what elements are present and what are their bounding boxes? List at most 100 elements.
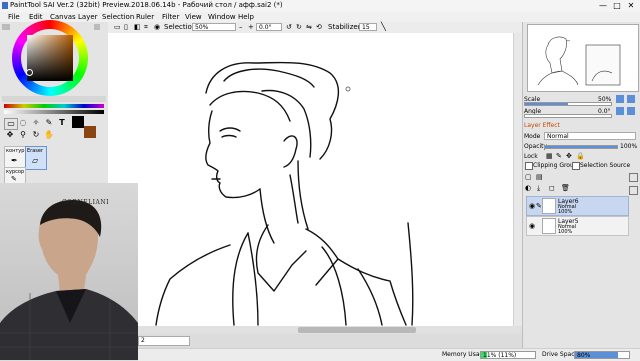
jacket-back [407, 222, 414, 326]
merge-down-icon[interactable]: ⤓ [537, 184, 540, 193]
flip-view-icon[interactable] [627, 107, 635, 115]
invert-selection-icon[interactable]: ◧ [134, 23, 141, 31]
brush-lock-icon[interactable]: ✎ [536, 202, 542, 210]
angle-slider[interactable] [524, 114, 612, 118]
clear-layer-icon[interactable]: ◻ [549, 184, 555, 192]
menu-edit[interactable]: Edit [29, 13, 43, 21]
zoom-field[interactable]: 50% [192, 23, 236, 31]
clipping-group-checkbox[interactable] [525, 162, 533, 170]
zoom-reset-icon[interactable] [616, 95, 624, 103]
lasso-tool-icon[interactable]: ◌ [17, 118, 29, 128]
panel-collapse-icon[interactable] [2, 24, 10, 30]
drawing-canvas[interactable] [108, 33, 522, 326]
stabilizer-field[interactable]: 15 [359, 23, 377, 31]
lock-transparency-icon[interactable]: ▦ [546, 152, 553, 160]
magic-wand-icon[interactable]: ✧ [30, 118, 42, 128]
menu-file[interactable]: File [8, 13, 20, 21]
line-tool-icon[interactable]: ╲ [381, 22, 386, 31]
blend-mode-select[interactable]: Normal [544, 132, 636, 140]
memory-usage-meter: 11% (11%) [480, 351, 536, 359]
hair-line [209, 90, 291, 122]
rotate-tool-icon[interactable]: ↻ [30, 130, 42, 140]
drive-space-value: 80% [577, 352, 591, 359]
minimize-button[interactable]: — [596, 0, 610, 11]
menu-help[interactable]: Help [238, 13, 254, 21]
panel-menu-icon[interactable] [94, 24, 100, 30]
foreground-color-swatch[interactable] [72, 116, 84, 128]
new-folder-icon[interactable]: ▤ [536, 173, 543, 181]
brush-size-field[interactable]: 2 [138, 336, 190, 346]
layer-row-layer6[interactable]: ◉ ✎ Layer6 Normal 100% [526, 196, 629, 216]
crop-icon[interactable]: ⌗ [144, 23, 148, 32]
pen-icon: ✒ [11, 156, 18, 165]
menu-window[interactable]: Window [208, 13, 236, 21]
hand-tool-icon[interactable]: ✋ [43, 130, 55, 140]
neck-back [297, 160, 309, 230]
visibility-eye-icon[interactable]: ◉ [529, 202, 535, 210]
rotate-left-icon[interactable]: ↺ [286, 23, 292, 31]
visibility-eye-icon[interactable]: ◉ [529, 222, 535, 230]
move-tool-icon[interactable]: ✥ [4, 130, 16, 140]
layer-scroll-down-icon[interactable] [629, 186, 638, 195]
new-layer-icon[interactable]: ▢ [525, 173, 532, 181]
background-color-swatch[interactable] [84, 126, 96, 138]
app-icon [2, 2, 8, 9]
layer-effect-label[interactable]: Layer Effect [524, 122, 560, 129]
angle-field[interactable]: 0.0° [256, 23, 282, 31]
sketch-drawing [155, 61, 414, 326]
color-mode-tabs[interactable] [2, 96, 106, 102]
rotate-reset-icon[interactable] [616, 107, 624, 115]
layer-row-layer5[interactable]: ◉ Layer5 Normal 100% [526, 216, 629, 236]
lock-all-icon[interactable]: 🔒 [576, 152, 585, 160]
lock-paint-icon[interactable]: ✎ [556, 152, 562, 160]
zoom-out-icon[interactable]: – [239, 23, 243, 31]
color-picker-icon[interactable]: ✎ [43, 118, 55, 128]
navigator-preview[interactable]: ~ [527, 24, 639, 92]
menu-ruler[interactable]: Ruler [136, 13, 154, 21]
layer-opacity: 100% [558, 229, 573, 235]
menu-selection[interactable]: Selection [102, 13, 134, 21]
rotate-right-icon[interactable]: ↻ [296, 23, 302, 31]
reset-view-icon[interactable]: ⟲ [316, 23, 322, 31]
jacket-lapel [321, 246, 347, 326]
pencil-icon: ✎ [11, 175, 17, 183]
horizontal-scroll-thumb[interactable] [298, 327, 416, 333]
trash-icon[interactable]: 🗑 [561, 184, 570, 192]
menu-layer[interactable]: Layer [78, 13, 98, 21]
jacket-shoulder [155, 244, 231, 326]
layer-scroll-up-icon[interactable] [629, 173, 638, 182]
brush-slot-eraser[interactable]: Eraser ▱ [25, 146, 47, 170]
menu-view[interactable]: View [185, 13, 202, 21]
deselect-icon[interactable]: ▯ [124, 23, 128, 31]
text-tool-icon[interactable]: T [56, 118, 68, 128]
lock-move-icon[interactable]: ✥ [566, 152, 572, 160]
neck-line [289, 174, 299, 224]
scale-slider[interactable] [524, 102, 612, 106]
selection-source-checkbox[interactable] [572, 162, 580, 170]
color-sv-square[interactable] [27, 35, 73, 81]
maximize-button[interactable]: □ [610, 0, 624, 11]
value-slider[interactable] [4, 110, 104, 114]
hue-slider[interactable] [4, 104, 104, 108]
eye-icon[interactable]: ◉ [154, 23, 160, 31]
hair-line [261, 89, 312, 158]
selection-tool-icon[interactable]: ▭ [4, 118, 18, 130]
reference-photo: CORNELIANI [0, 183, 138, 360]
flip-icon[interactable]: ⇋ [306, 23, 312, 31]
eyebrow [219, 127, 241, 132]
zoom-in-icon[interactable]: + [248, 23, 254, 31]
window-title: PaintTool SAI Ver.2 (32bit) Preview.2018… [10, 1, 283, 9]
zoom-tool-icon[interactable]: ⚲ [17, 130, 29, 140]
memory-usage-value: 11% (11%) [483, 352, 517, 359]
select-all-icon[interactable]: ▭ [114, 23, 121, 31]
layer-opacity: 100% [558, 209, 573, 215]
zoom-fit-icon[interactable] [627, 95, 635, 103]
eraser-icon: ▱ [32, 156, 39, 165]
shirt-collar [255, 224, 307, 292]
apply-mask-icon[interactable]: ◐ [525, 184, 531, 192]
opacity-slider[interactable] [544, 145, 618, 149]
status-bar: Memory Usage 11% (11%) Drive Space 80% [138, 348, 640, 361]
color-picker-cursor[interactable] [26, 69, 33, 76]
close-button[interactable]: ✕ [624, 0, 638, 11]
menu-filter[interactable]: Filter [162, 13, 179, 21]
